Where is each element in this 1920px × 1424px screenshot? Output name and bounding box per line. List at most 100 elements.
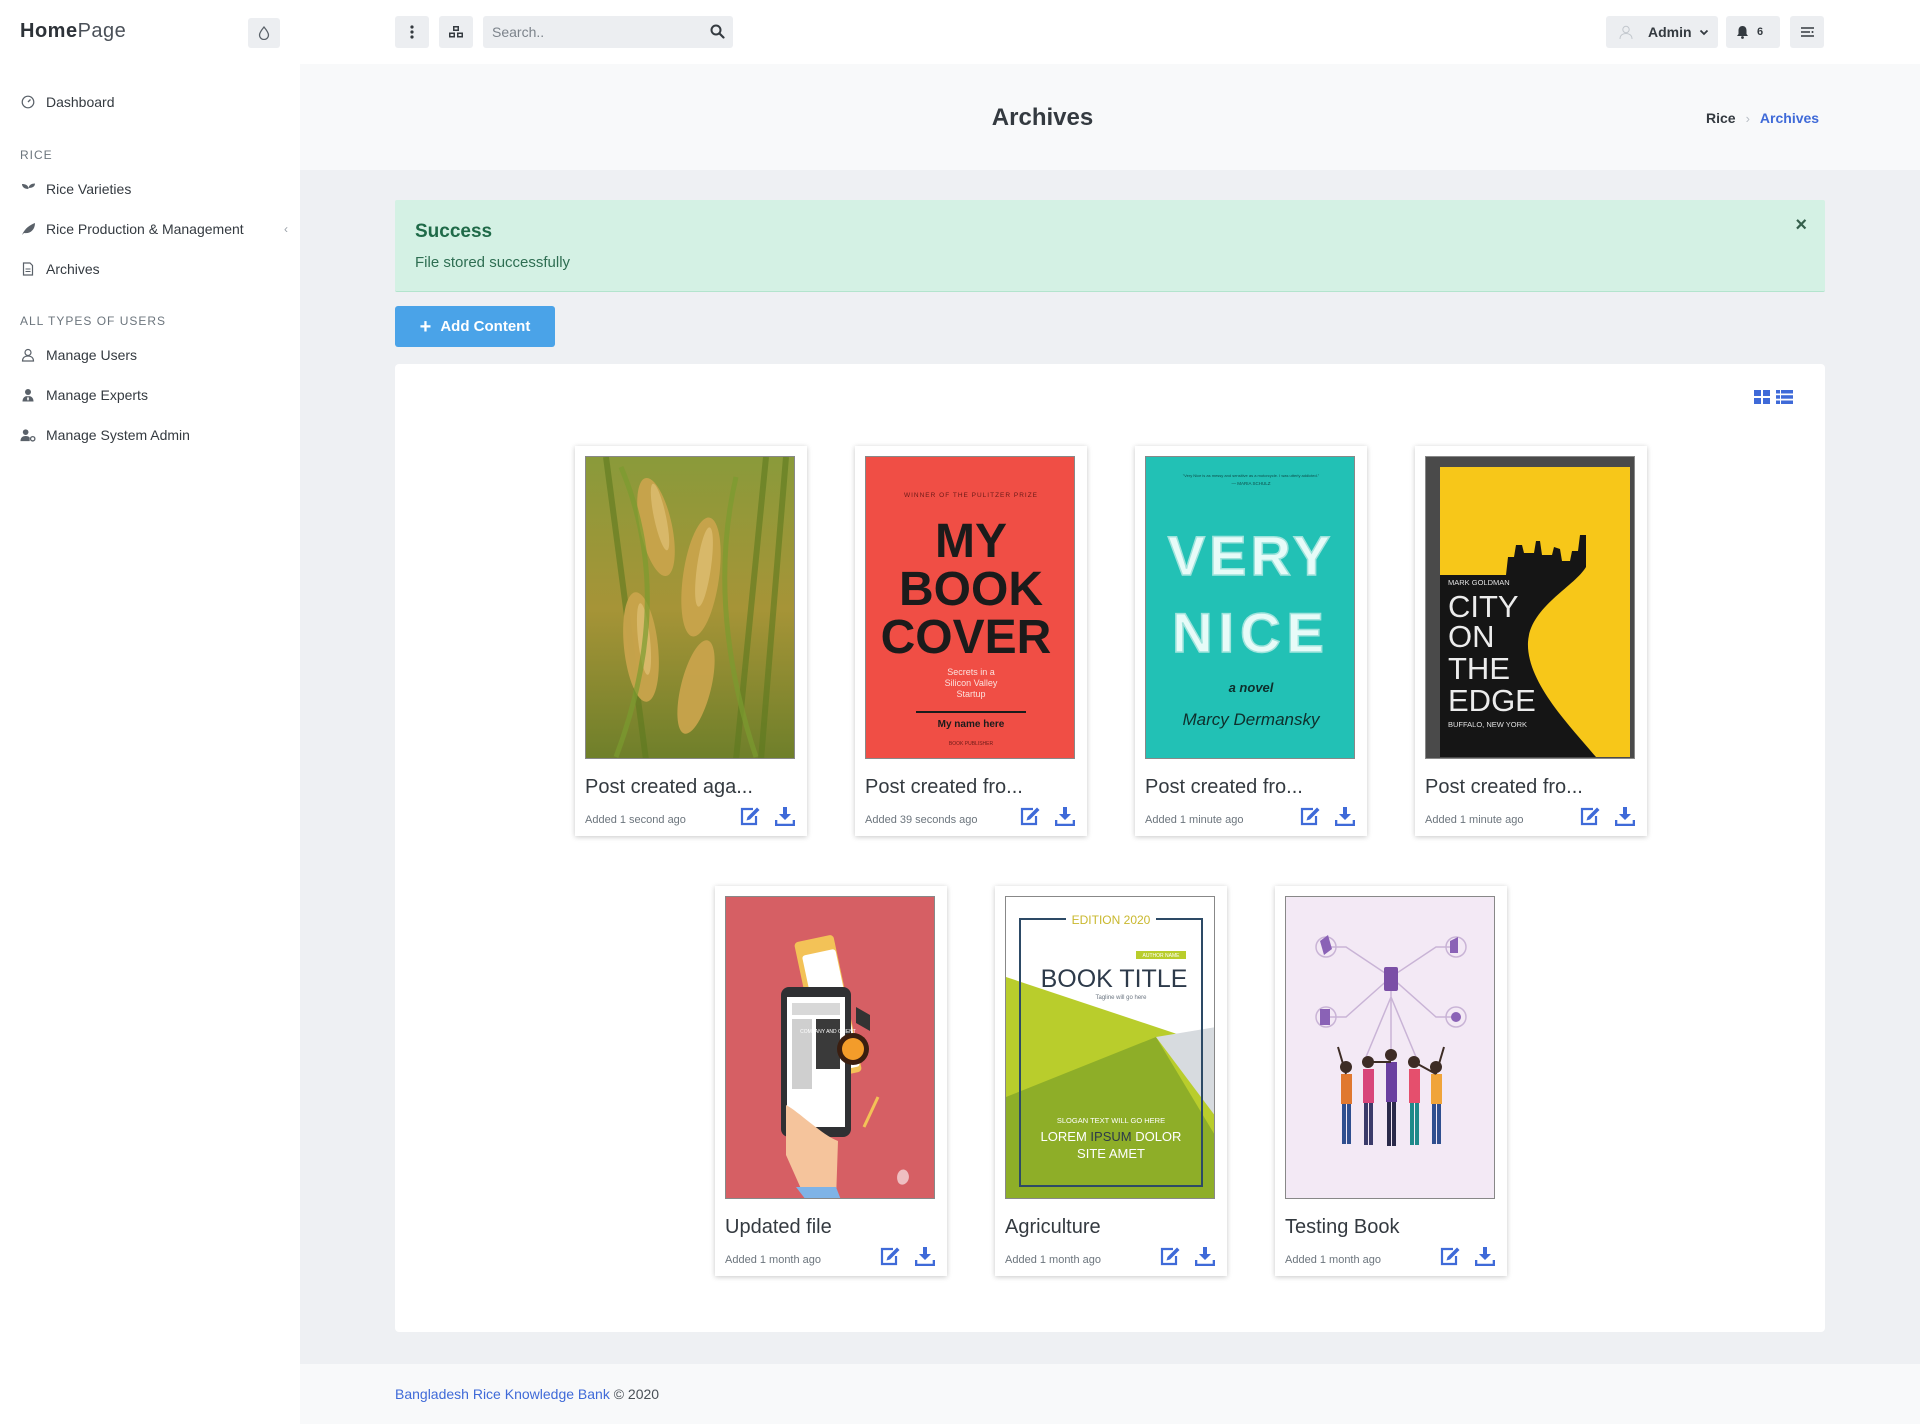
cover-author: MARK GOLDMAN — [1448, 578, 1510, 587]
sidebar-item-label: Dashboard — [46, 94, 115, 110]
download-icon[interactable] — [1195, 1246, 1215, 1266]
menu-toggle-button[interactable] — [1790, 16, 1824, 48]
footer: Bangladesh Rice Knowledge Bank © 2020 — [300, 1364, 1920, 1424]
cover-image-book-title: EDITION 2020 AUTHOR NAME BOOK TITLE Tagl… — [1005, 896, 1215, 1199]
footer-copyright: © 2020 — [609, 1386, 660, 1402]
archive-card[interactable]: Post created aga... Added 1 second ago — [575, 446, 807, 836]
archives-panel: Post created aga... Added 1 second ago W… — [395, 364, 1825, 1332]
sidebar-item-label: Archives — [46, 261, 100, 277]
archive-card[interactable]: "Very Nice is as messy and sensitive as … — [1135, 446, 1367, 836]
card-date: Added 1 minute ago — [1145, 814, 1244, 826]
brand-primary: Home — [20, 20, 78, 42]
plus-icon: + — [419, 315, 432, 338]
card-title: Updated file — [725, 1216, 832, 1238]
view-toggle — [1754, 390, 1793, 404]
chevron-right-icon: › — [1745, 110, 1750, 126]
list-view-icon[interactable] — [1776, 390, 1793, 404]
cover-author-tag: AUTHOR NAME — [1143, 953, 1181, 959]
file-icon — [20, 261, 36, 277]
edit-icon[interactable] — [1159, 1246, 1181, 1266]
sidebar-item-manage-experts[interactable]: Manage Experts — [20, 387, 290, 403]
sidebar-item-dashboard[interactable]: Dashboard — [20, 94, 290, 110]
sidebar-item-archives[interactable]: Archives — [20, 261, 290, 277]
edit-icon[interactable] — [879, 1246, 901, 1266]
card-actions — [739, 806, 795, 826]
download-icon[interactable] — [775, 806, 795, 826]
add-content-button[interactable]: + Add Content — [395, 306, 555, 347]
admin-label: Admin — [1648, 24, 1692, 40]
admin-dropdown[interactable]: Admin — [1606, 16, 1718, 48]
sidebar-item-rice-varieties[interactable]: Rice Varieties — [20, 181, 290, 197]
sidebar: HomePage Dashboard RICE Rice Varieties R… — [0, 0, 300, 1424]
grid-view-icon[interactable] — [1754, 390, 1770, 404]
download-icon[interactable] — [1335, 806, 1355, 826]
breadcrumb-item-rice[interactable]: Rice — [1706, 110, 1736, 126]
chevron-down-icon — [1699, 29, 1708, 35]
avatar — [1619, 25, 1633, 40]
cover-image-city-on-the-edge: MARK GOLDMAN CITY ON THE EDGE BUFFALO, N… — [1425, 456, 1635, 759]
sidebar-item-label: Manage Experts — [46, 387, 148, 403]
edit-icon[interactable] — [739, 806, 761, 826]
alert-message: File stored successfully — [415, 254, 571, 271]
edit-icon[interactable] — [1579, 806, 1601, 826]
archive-card[interactable]: MARK GOLDMAN CITY ON THE EDGE BUFFALO, N… — [1415, 446, 1647, 836]
card-date: Added 1 month ago — [1285, 1254, 1382, 1266]
card-actions — [879, 1246, 935, 1266]
download-icon[interactable] — [1055, 806, 1075, 826]
edit-icon[interactable] — [1439, 1246, 1461, 1266]
edit-icon[interactable] — [1299, 806, 1321, 826]
cover-tagline: Tagline will go here — [1095, 995, 1147, 1001]
card-actions — [1579, 806, 1635, 826]
breadcrumb-item-archives[interactable]: Archives — [1760, 110, 1819, 126]
search-input[interactable] — [483, 16, 693, 48]
cover-title-line-2: BOOK — [899, 563, 1043, 616]
main-content: Success File stored successfully × + Add… — [300, 170, 1920, 1364]
card-actions — [1019, 806, 1075, 826]
cover-quote: "Very Nice is as messy and sensitive as … — [1183, 473, 1320, 478]
archive-card[interactable]: COMPANY AND CLIENT Updated file Added 1 … — [715, 886, 947, 1276]
card-actions — [1299, 806, 1355, 826]
cover-title: BOOK TITLE — [1041, 965, 1188, 993]
user-icon — [20, 347, 36, 363]
cover-image-very-nice: "Very Nice is as messy and sensitive as … — [1145, 456, 1355, 759]
card-date: Added 1 month ago — [1005, 1254, 1102, 1266]
brand-logo[interactable]: HomePage — [20, 20, 126, 43]
cover-publisher: BOOK PUBLISHER — [949, 741, 994, 747]
theme-toggle-button[interactable] — [248, 18, 280, 48]
cover-lorem-line: LOREM IPSUM DOLOR — [1041, 1129, 1182, 1144]
card-title: Agriculture — [1005, 1216, 1101, 1238]
footer-link[interactable]: Bangladesh Rice Knowledge Bank — [395, 1386, 610, 1402]
more-options-button[interactable] — [395, 16, 429, 48]
card-title: Post created fro... — [865, 776, 1023, 798]
list-icon — [1800, 27, 1814, 37]
card-title: Post created aga... — [585, 776, 753, 798]
download-icon[interactable] — [1475, 1246, 1495, 1266]
cubes-icon — [449, 26, 463, 38]
notifications-count: 6 — [1757, 26, 1764, 38]
cover-image-reading-illustration: COMPANY AND CLIENT — [725, 896, 935, 1199]
sidebar-item-manage-users[interactable]: Manage Users — [20, 347, 290, 363]
archive-card[interactable]: EDITION 2020 AUTHOR NAME BOOK TITLE Tagl… — [995, 886, 1227, 1276]
download-icon[interactable] — [1615, 806, 1635, 826]
download-icon[interactable] — [915, 1246, 935, 1266]
archive-card[interactable]: WINNER OF THE PULITZER PRIZE MY BOOK COV… — [855, 446, 1087, 836]
cover-top-text: WINNER OF THE PULITZER PRIZE — [904, 492, 1038, 499]
cover-author: Marcy Dermansky — [1183, 710, 1321, 729]
sidebar-item-rice-production[interactable]: Rice Production & Management ‹ — [20, 221, 290, 237]
sidebar-item-manage-system-admin[interactable]: Manage System Admin — [20, 427, 290, 443]
edit-icon[interactable] — [1019, 806, 1041, 826]
cover-title-line-1: VERY — [1168, 524, 1334, 587]
close-icon[interactable]: × — [1795, 214, 1807, 237]
archive-card[interactable]: Testing Book Added 1 month ago — [1275, 886, 1507, 1276]
cover-image-rice-field — [585, 456, 795, 759]
cover-title-line-3: THE — [1448, 651, 1510, 686]
card-title: Post created fro... — [1145, 776, 1303, 798]
apps-button[interactable] — [439, 16, 473, 48]
search-icon[interactable] — [710, 24, 725, 39]
notifications-button[interactable]: 6 — [1726, 16, 1780, 48]
page-title: Archives — [991, 104, 1094, 131]
cover-tag: a novel — [1229, 680, 1274, 695]
search-box — [483, 16, 733, 48]
droplet-icon — [258, 26, 270, 40]
breadcrumb: Rice › Archives — [1706, 110, 1819, 126]
